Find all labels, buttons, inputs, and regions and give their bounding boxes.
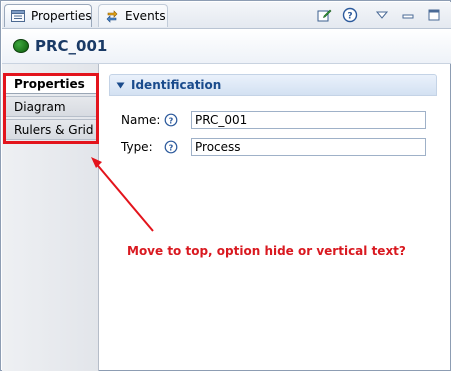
svg-text:?: ? bbox=[347, 12, 352, 22]
name-field[interactable] bbox=[191, 111, 426, 129]
view-menu-icon[interactable] bbox=[373, 6, 391, 24]
help-icon[interactable]: ? bbox=[164, 140, 178, 154]
sidebar-item-diagram[interactable]: Diagram bbox=[5, 96, 98, 117]
properties-view: Properties Events ? PRC_001 Properties D… bbox=[0, 0, 451, 371]
page-title: PRC_001 bbox=[35, 37, 108, 55]
section-title: Identification bbox=[131, 78, 222, 92]
process-status-icon bbox=[13, 39, 29, 53]
tab-properties-label: Properties bbox=[31, 9, 92, 23]
svg-text:?: ? bbox=[169, 143, 174, 152]
tab-properties[interactable]: Properties bbox=[4, 4, 92, 27]
type-field[interactable] bbox=[191, 138, 426, 156]
page-header: PRC_001 bbox=[2, 29, 451, 64]
tab-events-label: Events bbox=[125, 9, 166, 23]
type-label: Type: bbox=[121, 140, 153, 154]
view-toolbar: ? bbox=[315, 6, 443, 24]
sidebar-item-rulers-grid[interactable]: Rulers & Grid bbox=[5, 119, 98, 140]
help-icon[interactable]: ? bbox=[164, 113, 178, 127]
name-label: Name: bbox=[121, 113, 161, 127]
sidebar-item-label: Properties bbox=[14, 76, 85, 91]
sidebar-item-label: Diagram bbox=[14, 99, 66, 114]
events-icon bbox=[105, 9, 119, 23]
identification-section-header[interactable]: Identification bbox=[109, 74, 437, 96]
properties-view-icon bbox=[11, 10, 25, 22]
maximize-icon[interactable] bbox=[425, 6, 443, 24]
sidebar-item-properties[interactable]: Properties bbox=[5, 73, 98, 94]
collapse-triangle-icon[interactable] bbox=[116, 82, 125, 89]
section-tab-list: Properties Diagram Rulers & Grid bbox=[2, 64, 99, 371]
svg-text:?: ? bbox=[169, 116, 174, 125]
sidebar-item-label: Rulers & Grid bbox=[14, 122, 94, 137]
edit-page-icon[interactable] bbox=[315, 6, 333, 24]
minimize-icon[interactable] bbox=[399, 6, 417, 24]
annotation-text: Move to top, option hide or vertical tex… bbox=[127, 244, 406, 258]
view-tab-strip: Properties Events ? bbox=[2, 2, 451, 29]
tab-events[interactable]: Events bbox=[98, 4, 168, 27]
help-icon[interactable]: ? bbox=[341, 6, 359, 24]
